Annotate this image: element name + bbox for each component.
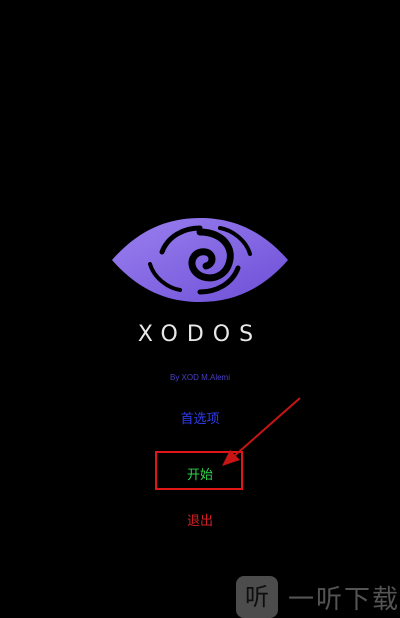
xodos-eye-logo-icon	[112, 218, 288, 302]
watermark-logo-icon: 听	[236, 576, 278, 618]
app-title: XODOS	[137, 322, 263, 347]
preferences-button[interactable]: 首选项	[0, 408, 400, 427]
watermark-text: 一听下载	[288, 584, 400, 615]
exit-button[interactable]: 退出	[0, 510, 400, 529]
start-highlight-box	[155, 451, 243, 490]
app-screen: XODOS By XOD M.Alemi 首选项 开始 退出 听 一听下载	[0, 0, 400, 618]
watermark: 听 一听下载	[236, 576, 400, 618]
author-byline: By XOD M.Alemi	[169, 373, 230, 382]
